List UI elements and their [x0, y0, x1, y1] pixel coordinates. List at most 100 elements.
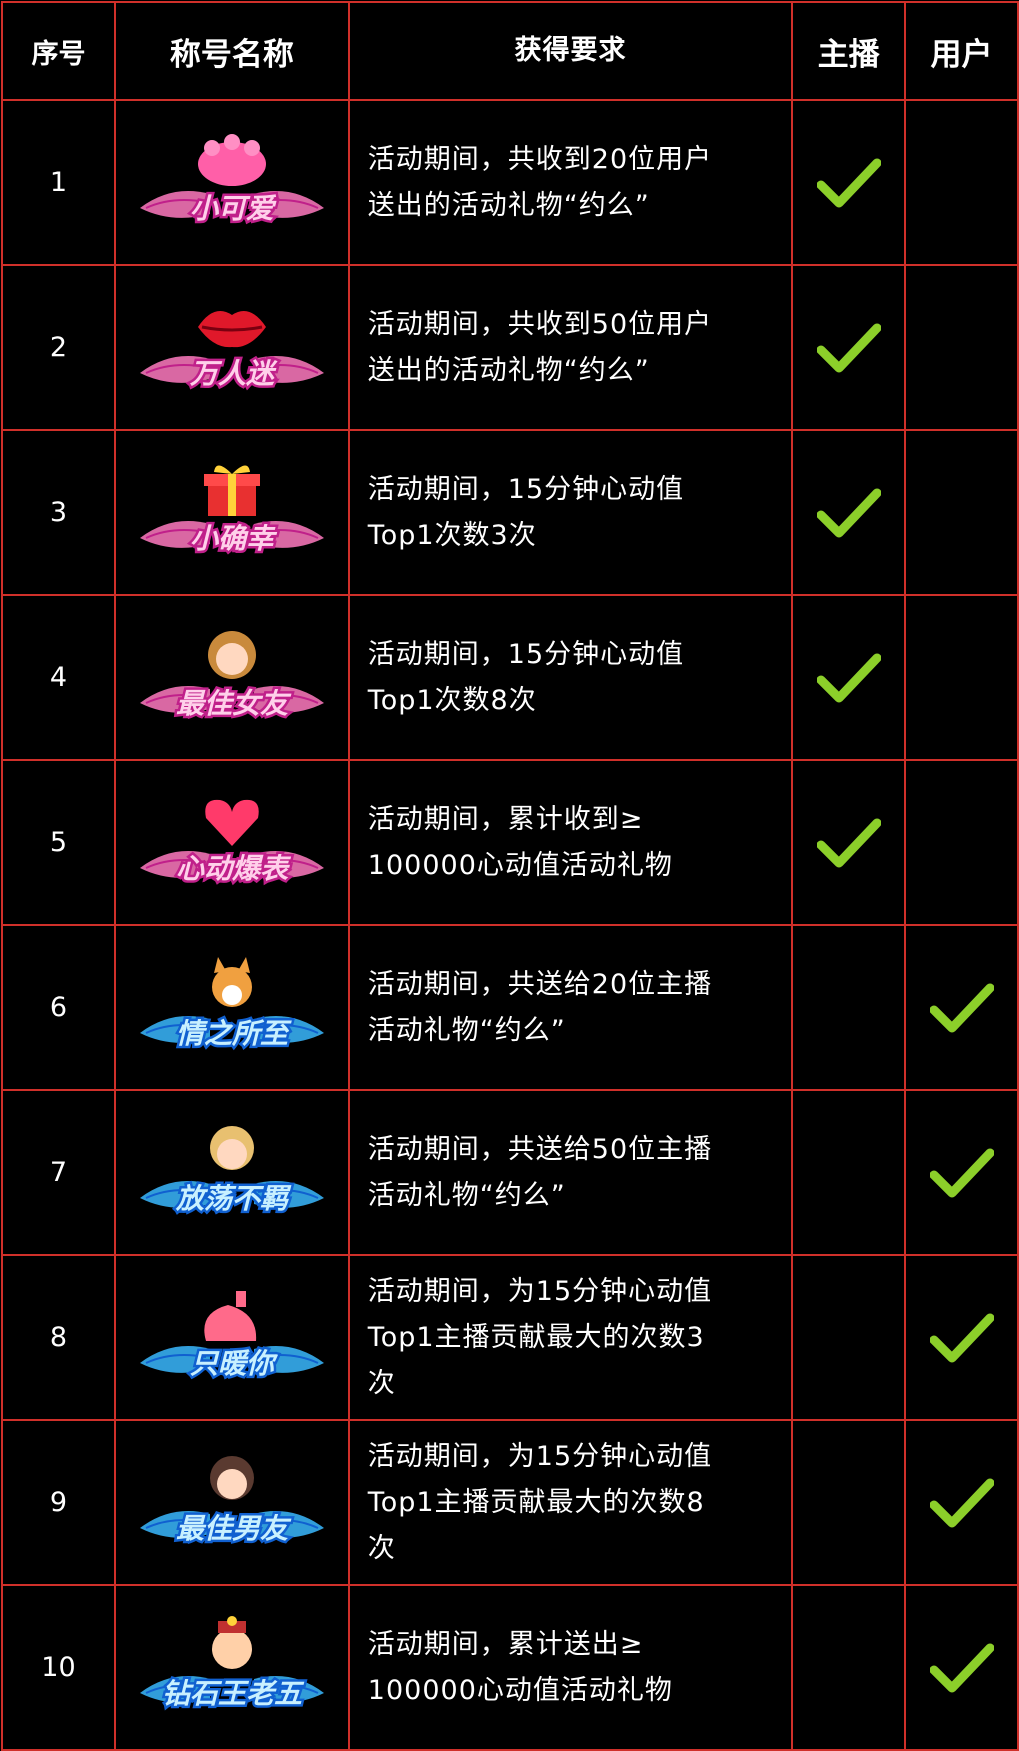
title-badge: 放荡不羁 [139, 1125, 324, 1216]
title-cell: 最佳男友 最佳男友 [113, 1419, 350, 1586]
checkmark-icon [816, 158, 881, 207]
host-cell [791, 1419, 907, 1586]
title-badge: 钻石王老五 [139, 1615, 324, 1711]
row-number: 8 [1, 1254, 116, 1421]
title-badge: 小确幸 [139, 464, 324, 556]
header-user: 用户 [904, 1, 1019, 101]
header-row: 序号 称号名称 获得要求 主播 用户 [1, 1, 1019, 101]
requirement-line: 活动期间，15分钟心动值 [367, 638, 685, 670]
title-cell: 情之所至 情之所至 [113, 924, 350, 1091]
requirement-line: 活动礼物“约么” [367, 1179, 566, 1211]
user-cell [904, 1419, 1019, 1586]
title-badge: 情之所至 [139, 956, 324, 1051]
requirement-line: 活动期间，为15分钟心动值 [367, 1275, 713, 1307]
host-cell [791, 99, 907, 266]
checkmark-icon [816, 653, 881, 702]
table-row: 5 心动爆表 心动爆表 活动期间，累计收到≥ 100000心动值活动礼物 [1, 759, 1019, 926]
title-cell: 小可爱 小可爱 [113, 99, 350, 266]
checkmark-icon [929, 1148, 994, 1197]
title-cell: 心动爆表 心动爆表 [113, 759, 350, 926]
requirement-line: 100000心动值活动礼物 [367, 1674, 673, 1706]
row-number: 1 [1, 99, 116, 266]
requirement-line: 活动礼物“约么” [367, 1014, 566, 1046]
requirement-line: 活动期间，共收到20位用户 [367, 143, 713, 175]
girl-avatar-icon [207, 630, 256, 679]
host-cell [791, 1584, 907, 1751]
checkmark-icon [816, 488, 881, 537]
table-row: 8 只暖你 只暖你 活动期间，为15分钟心动值 Top1主播贡献最大的次数3 次 [1, 1254, 1019, 1421]
paw-icon [197, 133, 266, 186]
requirement-line: 次 [367, 1532, 396, 1564]
table-row: 7 放荡不羁 放荡不羁 活动期间，共送给50位主播活动礼物“约么” [1, 1089, 1019, 1256]
requirement-cell: 活动期间，共送给50位主播 活动礼物“约么” [347, 1089, 794, 1256]
title-badge: 万人迷 [139, 310, 324, 391]
requirement-line: 活动期间，为15分钟心动值 [367, 1440, 713, 1472]
svg-text:万人迷: 万人迷 [189, 358, 278, 389]
row-number: 10 [1, 1584, 116, 1751]
checkmark-icon [929, 983, 994, 1032]
title-cell: 钻石王老五 钻石王老五 [113, 1584, 350, 1751]
user-cell [904, 1254, 1019, 1421]
requirement-line: 送出的活动礼物“约么” [367, 189, 650, 221]
title-cell: 最佳女友 最佳女友 [113, 594, 350, 761]
requirement-cell: 活动期间，15分钟心动值 Top1次数3次 [347, 429, 794, 596]
row-number: 5 [1, 759, 116, 926]
checkmark-icon [929, 1643, 994, 1692]
requirement-line: Top1次数8次 [367, 684, 537, 716]
requirement-line: Top1次数3次 [367, 519, 537, 551]
title-cell: 万人迷 万人迷 [113, 264, 350, 431]
checkmark-icon [816, 818, 881, 867]
title-cell: 放荡不羁 放荡不羁 [113, 1089, 350, 1256]
title-badge: 心动爆表 [139, 799, 324, 886]
requirement-line: 活动期间，15分钟心动值 [367, 473, 685, 505]
requirement-line: 活动期间，共送给50位主播 [367, 1133, 713, 1165]
host-cell [791, 594, 907, 761]
requirement-cell: 活动期间，为15分钟心动值 Top1主播贡献最大的次数3 次 [347, 1254, 794, 1421]
user-cell [904, 924, 1019, 1091]
header-requirement: 获得要求 [347, 1, 794, 101]
svg-text:最佳男友: 最佳男友 [176, 1513, 292, 1544]
requirement-cell: 活动期间，共送给20位主播 活动礼物“约么” [347, 924, 794, 1091]
title-badge: 只暖你 [139, 1290, 324, 1381]
host-cell [791, 264, 907, 431]
requirement-cell: 活动期间，累计收到≥ 100000心动值活动礼物 [347, 759, 794, 926]
user-cell [904, 99, 1019, 266]
title-cell: 小确幸 小确幸 [113, 429, 350, 596]
user-cell [904, 594, 1019, 761]
row-number: 4 [1, 594, 116, 761]
user-cell [904, 1584, 1019, 1751]
user-cell [904, 1089, 1019, 1256]
man-avatar-icon [209, 1455, 254, 1500]
title-cell: 只暖你 只暖你 [113, 1254, 350, 1421]
user-cell [904, 429, 1019, 596]
requirement-line: 活动期间，共收到50位用户 [367, 308, 713, 340]
boy-avatar-icon [209, 1125, 254, 1170]
requirement-cell: 活动期间，共收到20位用户 送出的活动礼物“约么” [347, 99, 794, 266]
rich-man-avatar-icon [211, 1615, 252, 1669]
table-row: 6 情之所至 情之所至 活动期间，共送给20位主播活动礼物“约么” [1, 924, 1019, 1091]
requirement-line: 活动期间，共送给20位主播 [367, 968, 713, 1000]
requirement-line: Top1主播贡献最大的次数8 [367, 1486, 705, 1518]
svg-text:心动爆表: 心动爆表 [176, 853, 292, 884]
svg-text:最佳女友: 最佳女友 [176, 688, 292, 719]
checkmark-icon [929, 1478, 994, 1527]
table-row: 4 最佳女友 最佳女友 活动期间，15分钟心动值 Top1次数8次 [1, 594, 1019, 761]
host-cell [791, 924, 907, 1091]
heart-icon [205, 799, 259, 846]
svg-text:小可爱: 小可爱 [190, 193, 277, 224]
lips-icon [197, 310, 266, 347]
row-number: 7 [1, 1089, 116, 1256]
corgi-icon [211, 956, 252, 1007]
header-title: 称号名称 [113, 1, 350, 101]
checkmark-icon [816, 323, 881, 372]
row-number: 9 [1, 1419, 116, 1586]
header-num: 序号 [1, 1, 116, 101]
title-badge: 最佳男友 [139, 1455, 324, 1546]
host-cell [791, 759, 907, 926]
svg-text:只暖你: 只暖你 [190, 1348, 278, 1379]
host-cell [791, 1089, 907, 1256]
header-host: 主播 [791, 1, 907, 101]
table-row: 1 小可爱 小可爱 活动期间，共收到20位用户送出的活动礼物“约么” [1, 99, 1019, 266]
title-requirements-table: 序号 称号名称 获得要求 主播 用户 1 小可爱 小可爱 活动期间，共收到20位… [1, 1, 1019, 1751]
requirement-line: 活动期间，累计收到≥ [367, 803, 644, 835]
